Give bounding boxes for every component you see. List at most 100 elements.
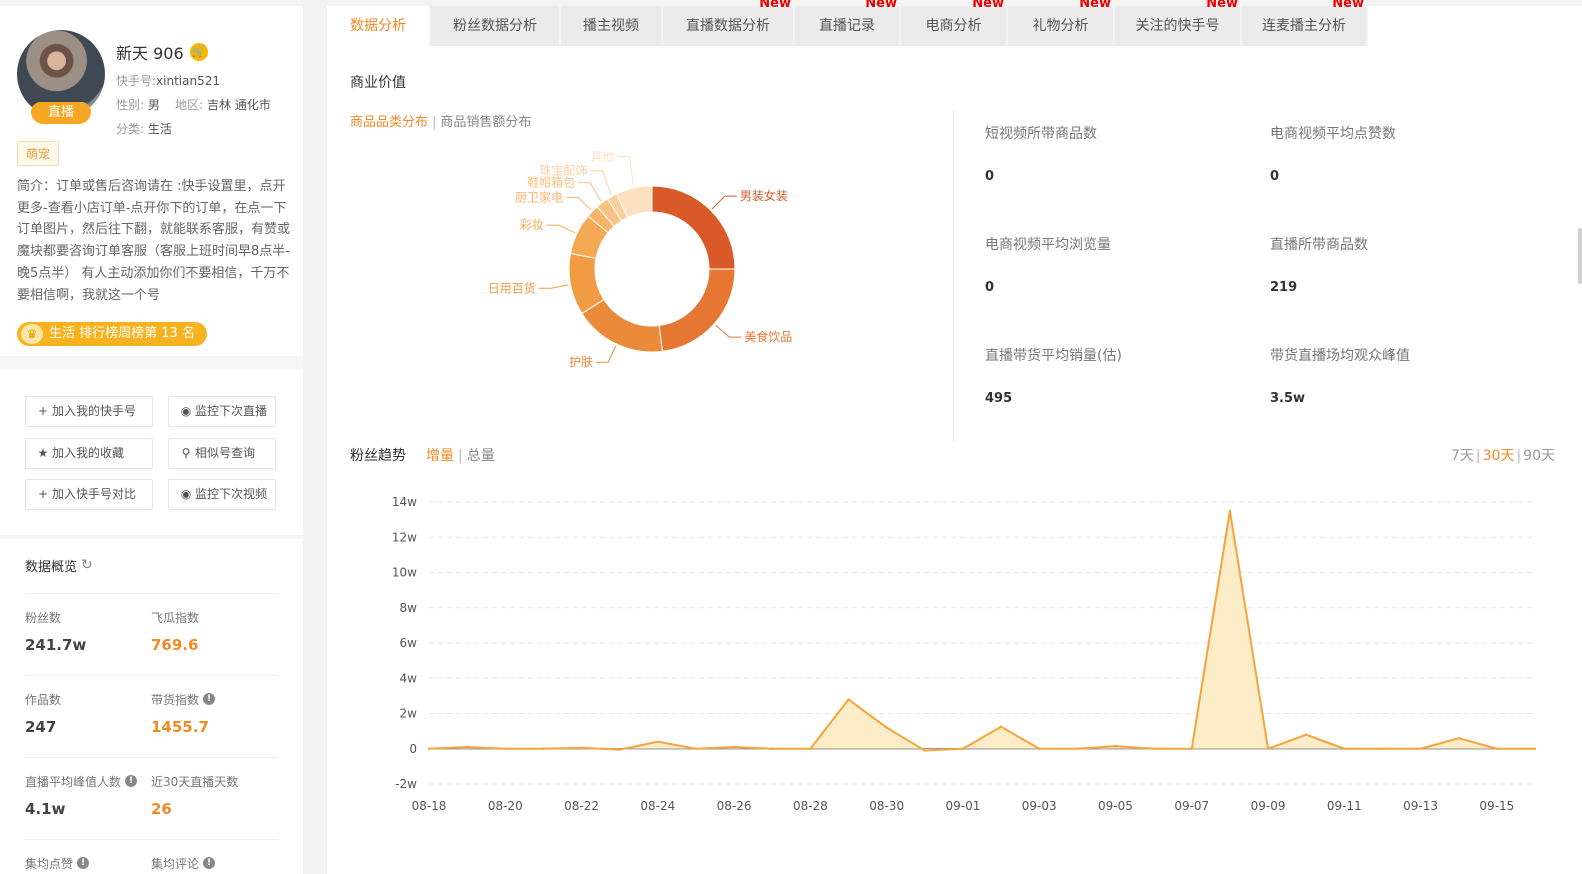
trend-point [542,747,545,750]
trend-point [1419,747,1422,750]
monitor-next-live-button[interactable]: ◉ 监控下次直播 [168,396,276,427]
add-favorite-button[interactable]: ★ 加入我的收藏 [25,438,153,469]
tab-label: 直播记录 [819,18,875,34]
works-stat: 作品数 247 [25,690,151,743]
sales-index-label: 带货指数 [151,692,200,707]
mode-separator: | [458,448,463,464]
tab-live-analysis[interactable]: 直播数据分析 New [663,0,793,46]
subtab-category[interactable]: 商品品类分布 [350,115,428,130]
tab-label: 播主视频 [583,18,639,34]
feigua-index-value: 769.6 [151,636,199,654]
add-compare-label: 加入快手号对比 [52,487,137,501]
donut-label: 日用百货 [488,280,536,295]
donut-label: 其他 [591,151,615,163]
trend-point [999,725,1003,728]
donut-slice [658,268,736,352]
donut-label: 彩妆 [520,218,544,232]
gender-region-line: 性别: 男 地区: 吉林 通化市 [116,96,271,113]
trend-point [732,745,736,749]
info-icon[interactable]: ! [125,775,138,787]
similar-account-search-label: 相似号查询 [195,446,256,460]
trend-point [1343,747,1346,750]
fans-label: 粉丝数 [25,610,62,625]
trend-point [1152,747,1155,750]
trend-point [1114,744,1117,748]
sales-index-label-row: 带货指数! [151,690,277,708]
tab-following[interactable]: 关注的快手号 New [1115,0,1240,46]
section-divider [0,356,303,370]
rank-badge[interactable]: ♛ 生活 排行榜周榜第 13 名 [17,322,207,346]
tab-live-records[interactable]: 直播记录 New [795,0,899,46]
trend-point [618,748,621,751]
mode-total[interactable]: 总量 [467,448,495,464]
overview-row: 直播平均峰值人数! 4.1w 近30天直播天数 26 [25,757,278,839]
monitor-next-video-button[interactable]: ◉ 监控下次视频 [168,479,276,510]
x-tick-label: 09-13 [1403,799,1438,813]
info-icon[interactable]: ! [203,857,216,869]
x-tick-label: 08-30 [869,799,904,813]
main-panel: 数据分析 粉丝数据分析 播主视频 直播数据分析 New 直播记录 New 电商分析 N… [327,0,1582,874]
donut-leader-line [596,345,617,363]
similar-account-search-button[interactable]: ⚲ 相似号查询 [168,438,276,469]
kuaishou-id-line: 快手号:xintian521 [116,72,220,89]
kpi-label: 直播所带商品数 [1270,237,1368,253]
x-tick-label: 08-18 [412,799,447,813]
kpi-value: 0 [985,280,995,295]
x-tick-label: 08-28 [793,799,828,813]
live-badge[interactable]: 直播 [31,102,91,124]
trend-point [1304,733,1308,736]
fans-stat: 粉丝数 241.7w [25,608,151,661]
trend-point [1381,747,1384,750]
live-peak-stat: 直播平均峰值人数! 4.1w [25,772,151,825]
tab-co-host[interactable]: 连麦播主分析 New [1242,0,1366,46]
trend-point [465,745,469,749]
kpi-value: 0 [985,169,995,184]
crown-icon: ♛ [21,324,43,344]
add-my-kuaishou-label: 加入我的快手号 [52,404,137,418]
mode-increment[interactable]: 增量 [426,448,454,464]
kpi-label: 电商视频平均浏览量 [985,237,1111,253]
new-badge: New [759,0,791,11]
action-buttons: + 加入我的快手号 ◉ 监控下次直播 ★ 加入我的收藏 ⚲ 相似号查询 + 加入快手号对比… [0,370,303,535]
donut-leader-line [546,224,576,234]
range-separator: | [1516,448,1522,464]
y-tick-label: 8w [400,601,418,615]
range-7d[interactable]: 7天 [1451,448,1474,464]
sales-index-value: 1455.7 [151,718,209,736]
info-icon[interactable]: ! [203,693,216,705]
add-my-kuaishou-button[interactable]: + 加入我的快手号 [25,396,153,427]
tab-label: 礼物分析 [1032,18,1089,34]
x-tick-label: 09-07 [1174,799,1209,813]
category-tag[interactable]: 萌宠 [17,141,60,166]
tab-videos[interactable]: 播主视频 [561,6,661,46]
overview-row: 粉丝数 241.7w 飞瓜指数 769.6 [25,593,278,675]
y-tick-label: 0 [409,742,417,756]
trend-point [1533,747,1537,750]
donut-label: 美食饮品 [744,329,792,344]
live-peak-value: 4.1w [25,800,66,818]
add-compare-button[interactable]: + 加入快手号对比 [25,479,153,510]
data-overview: 数据概览 ↻ 粉丝数 241.7w 飞瓜指数 769.6 作品数 247 带货指… [0,539,303,874]
range-30d[interactable]: 30天 [1483,448,1515,464]
info-icon[interactable]: ! [77,857,90,869]
donut-label: 男装女装 [740,188,788,203]
x-tick-label: 09-15 [1479,799,1514,813]
tab-ecommerce[interactable]: 电商分析 New [901,0,1006,46]
avg-comments-label: 集均评论 [151,856,200,871]
trend-point [504,747,507,750]
new-badge: New [1079,0,1111,11]
overview-row: 作品数 247 带货指数! 1455.7 [25,675,278,757]
refresh-icon[interactable]: ↻ [81,557,93,573]
subtab-sales[interactable]: 商品销售额分布 [440,115,531,130]
tab-fans-analysis[interactable]: 粉丝数据分析 [431,6,559,46]
fans-value: 241.7w [25,636,87,654]
tab-gifts[interactable]: 礼物分析 New [1008,0,1113,46]
tab-data-analysis[interactable]: 数据分析 [327,6,429,46]
new-badge: New [1206,0,1238,11]
trend-point [1228,509,1232,513]
business-value-title: 商业价值 [350,75,406,91]
tab-label: 数据分析 [350,18,406,34]
new-badge: New [865,0,897,11]
range-90d[interactable]: 90天 [1523,448,1555,464]
scrollbar-handle[interactable] [1578,228,1582,284]
